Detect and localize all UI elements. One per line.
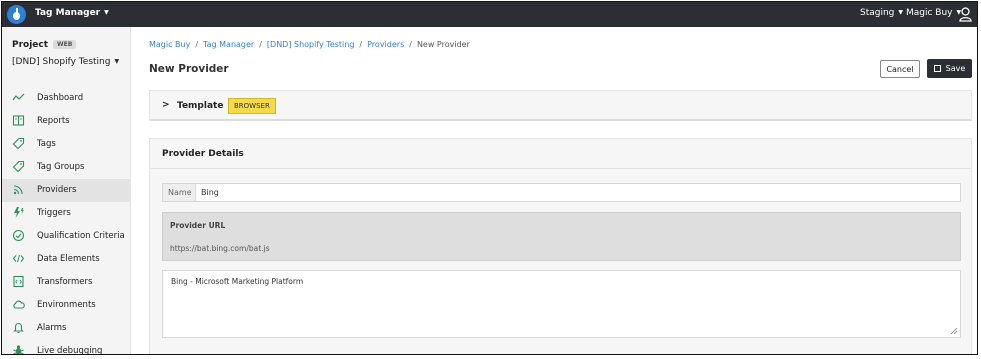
sidebar-item-providers[interactable]: Providers <box>2 179 131 202</box>
sidebar-item-label: Tags <box>37 139 56 149</box>
project-type-badge: WEB <box>53 40 77 49</box>
sidebar-item-label: Triggers <box>37 208 71 218</box>
sidebar-item-label: Dashboard <box>37 93 84 103</box>
sidebar-item-label: Tag Groups <box>37 162 85 172</box>
page-title: New Provider <box>149 63 229 75</box>
template-type-badge: BROWSER <box>228 98 276 114</box>
environment-select[interactable]: Staging ▼ <box>860 8 903 18</box>
rss-icon <box>13 185 23 195</box>
sidebar-item-live-debugging[interactable]: Live debugging <box>2 340 131 355</box>
sidebar-nav: Dashboard Reports Tags Tag Groups Provid… <box>2 87 131 355</box>
caret-down-icon: ▼ <box>898 9 904 16</box>
name-label: Name <box>163 184 196 201</box>
project-select[interactable]: [DND] Shopify Testing ▼ <box>12 57 119 67</box>
provider-url-value: https://bat.bing.com/bat.js <box>170 244 270 253</box>
sidebar-item-label: Providers <box>37 185 77 195</box>
save-button[interactable]: Save <box>927 59 972 78</box>
sidebar-item-tag-groups[interactable]: Tag Groups <box>2 156 131 179</box>
caret-down-icon: ▼ <box>104 9 109 16</box>
cloud-icon <box>13 300 25 309</box>
save-label: Save <box>945 64 966 73</box>
book-icon <box>12 115 25 126</box>
sidebar-item-alarms[interactable]: Alarms <box>2 317 131 340</box>
description-text: Bing - Microsoft Marketing Platform <box>171 277 304 286</box>
sidebar-item-label: Live debugging <box>37 346 103 355</box>
breadcrumb-separator: / <box>259 40 262 49</box>
check-circle-icon <box>12 229 25 242</box>
description-textarea[interactable]: Bing - Microsoft Marketing Platform <box>162 270 961 338</box>
sidebar-item-label: Alarms <box>37 323 67 333</box>
code-icon <box>12 254 25 263</box>
sidebar: Project WEB [DND] Shopify Testing ▼ Dashbo… <box>2 27 131 355</box>
app-logo-icon[interactable] <box>7 5 26 24</box>
project-header: Project WEB <box>12 40 77 50</box>
project-name: [DND] Shopify Testing <box>12 57 111 67</box>
sidebar-item-reports[interactable]: Reports <box>2 110 131 133</box>
provider-details-panel: Provider Details Name Provider URL https… <box>149 138 972 354</box>
name-input[interactable] <box>201 185 951 200</box>
template-label: Template <box>177 101 224 111</box>
line-chart-icon <box>12 93 25 101</box>
tag-icon <box>12 160 25 173</box>
breadcrumb-separator: / <box>195 40 199 49</box>
resize-handle-icon[interactable] <box>950 327 958 335</box>
cancel-button[interactable]: Cancel <box>880 60 920 78</box>
sidebar-item-environments[interactable]: Environments <box>2 294 131 317</box>
tag-icon <box>12 137 25 150</box>
app-name: Tag Manager <box>35 8 101 18</box>
provider-details-header: Provider Details <box>150 139 971 169</box>
lightning-icon <box>14 207 24 218</box>
sidebar-item-transformers[interactable]: Transformers <box>2 271 131 294</box>
breadcrumb: Magic Buy / Tag Manager / [DND] Shopify Test… <box>149 40 470 49</box>
breadcrumb-current: New Provider <box>416 40 470 49</box>
bug-icon <box>13 345 24 354</box>
breadcrumb-link[interactable]: [DND] Shopify Testing <box>267 40 355 49</box>
sidebar-item-label: Reports <box>37 116 70 126</box>
sidebar-item-label: Data Elements <box>37 254 100 264</box>
sidebar-item-qualification-criteria[interactable]: Qualification Criteria <box>2 225 131 248</box>
sidebar-item-dashboard[interactable]: Dashboard <box>2 87 131 110</box>
top-bar: Tag Manager ▼ Staging ▼ Magic Buy ▼ <box>2 2 977 27</box>
sidebar-item-triggers[interactable]: Triggers <box>2 202 131 225</box>
name-field: Name <box>162 183 961 202</box>
app-switcher[interactable]: Tag Manager ▼ <box>35 8 109 18</box>
bell-icon <box>13 323 24 334</box>
caret-down-icon: ▼ <box>114 58 120 65</box>
provider-url-box: Provider URL https://bat.bing.com/bat.js <box>162 212 961 261</box>
sidebar-item-label: Transformers <box>37 277 93 287</box>
provider-details-title: Provider Details <box>162 149 244 159</box>
breadcrumb-link[interactable]: Tag Manager <box>203 40 254 49</box>
app-window: Tag Manager ▼ Staging ▼ Magic Buy ▼ Project… <box>1 1 978 355</box>
template-panel[interactable]: > Template BROWSER <box>149 90 972 121</box>
sidebar-item-label: Qualification Criteria <box>37 231 125 241</box>
save-icon <box>933 65 941 72</box>
organization-name: Magic Buy <box>906 8 953 18</box>
main-content: Magic Buy / Tag Manager / [DND] Shopify Test… <box>132 27 977 354</box>
project-label: Project <box>12 40 49 50</box>
sidebar-item-label: Environments <box>37 300 96 310</box>
organization-select[interactable]: Magic Buy ▼ <box>906 8 961 18</box>
chevron-right-icon[interactable]: > <box>162 100 170 110</box>
breadcrumb-link[interactable]: Providers <box>367 40 404 49</box>
user-icon[interactable] <box>959 7 972 22</box>
breadcrumb-separator: / <box>359 40 363 49</box>
sidebar-item-tags[interactable]: Tags <box>2 133 131 156</box>
environment-name: Staging <box>860 8 895 18</box>
breadcrumb-link[interactable]: Magic Buy <box>149 40 190 49</box>
sidebar-item-data-elements[interactable]: Data Elements <box>2 248 131 271</box>
document-code-icon <box>13 275 24 288</box>
provider-url-label: Provider URL <box>170 221 226 230</box>
breadcrumb-separator: / <box>409 40 412 49</box>
